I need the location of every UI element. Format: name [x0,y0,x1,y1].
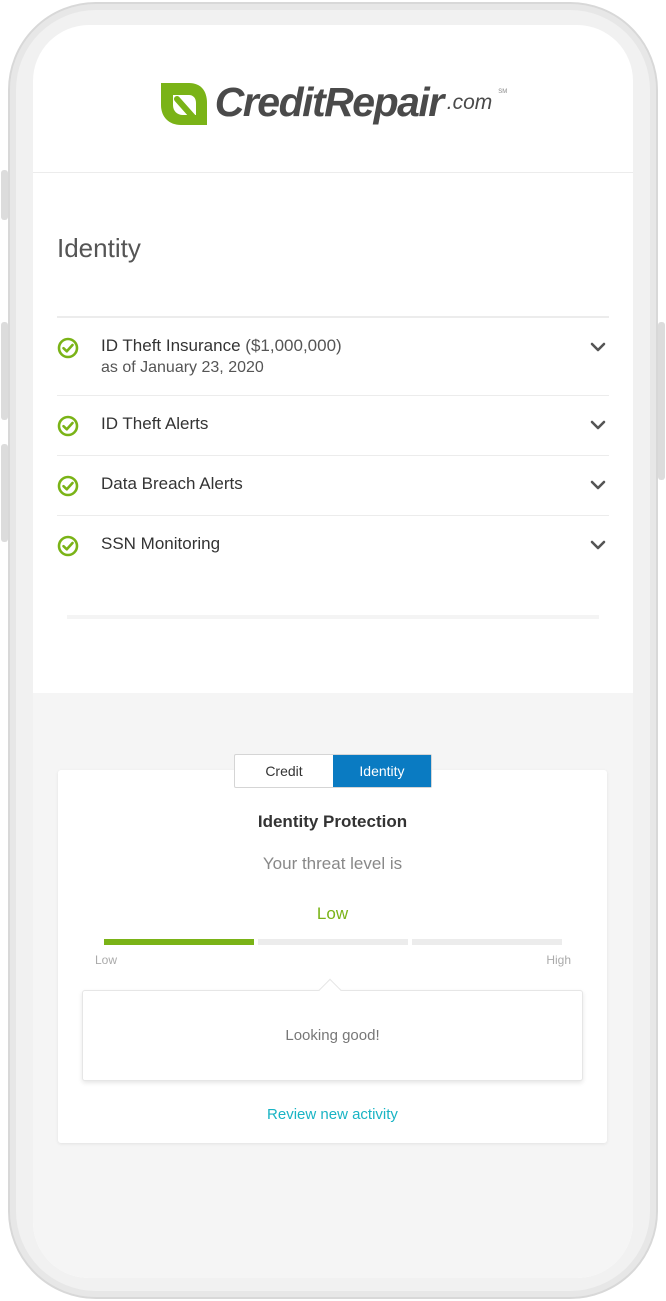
brand-logo[interactable]: CreditRepair .com SM [159,79,508,127]
phone-side-button [1,170,8,220]
item-label: ID Theft Insurance [101,336,241,355]
list-item-ssn-monitoring[interactable]: SSN Monitoring [57,516,609,575]
phone-side-button [658,322,665,480]
identity-section: Identity ID Theft Insurance ($1,000,000)… [33,233,633,619]
identity-protection-card: Identity Protection Your threat level is… [58,770,607,1143]
chevron-down-icon[interactable] [589,536,607,554]
protection-area: Credit Identity Identity Protection Your… [33,693,633,1278]
check-circle-icon [57,535,79,557]
leaf-logo-icon [160,82,207,125]
tab-credit[interactable]: Credit [235,755,333,787]
brand-suffix: .com [446,90,493,114]
meter-high-label: High [546,953,571,967]
list-item-id-theft-alerts[interactable]: ID Theft Alerts [57,396,609,456]
chevron-down-icon[interactable] [589,338,607,356]
item-label: SSN Monitoring [101,534,221,553]
item-subtext: as of January 23, 2020 [101,359,264,376]
list-item-data-breach-alerts[interactable]: Data Breach Alerts [57,456,609,516]
brand-name: CreditRepair [214,79,445,125]
section-title: Identity [57,233,141,263]
status-message: Looking good! [285,1027,380,1044]
phone-screen: CreditRepair .com SM Identity ID Theft I… [33,25,633,1278]
item-text: ID Theft Insurance ($1,000,000) as of Ja… [101,336,589,377]
threat-level-label: Your threat level is [262,854,403,873]
list-item-id-theft-insurance[interactable]: ID Theft Insurance ($1,000,000) as of Ja… [57,318,609,396]
item-label: ID Theft Alerts [101,414,209,433]
threat-meter-segment [104,939,254,945]
phone-side-button [1,322,8,420]
item-label: Data Breach Alerts [101,474,243,493]
threat-level-value: Low [316,904,349,923]
threat-meter [104,939,562,945]
item-detail: ($1,000,000) [245,336,342,355]
phone-side-button [1,444,8,542]
check-circle-icon [57,337,79,359]
chevron-down-icon[interactable] [589,476,607,494]
chevron-down-icon[interactable] [589,416,607,434]
threat-meter-segment [412,939,562,945]
tab-identity[interactable]: Identity [333,755,431,787]
section-divider [67,615,599,619]
item-text: Data Breach Alerts [101,474,589,494]
card-title: Identity Protection [257,812,408,831]
status-message-box: Looking good! [82,990,583,1081]
meter-low-label: Low [95,953,118,967]
identity-features-list: ID Theft Insurance ($1,000,000) as of Ja… [57,316,609,575]
threat-meter-segment [258,939,408,945]
check-circle-icon [57,415,79,437]
app-header: CreditRepair .com SM [33,25,633,173]
credit-identity-toggle: Credit Identity [234,754,432,788]
check-circle-icon [57,475,79,497]
item-text: ID Theft Alerts [101,414,589,434]
item-text: SSN Monitoring [101,534,589,554]
review-new-activity-link[interactable]: Review new activity [58,1106,607,1123]
brand-service-mark: SM [498,88,508,95]
